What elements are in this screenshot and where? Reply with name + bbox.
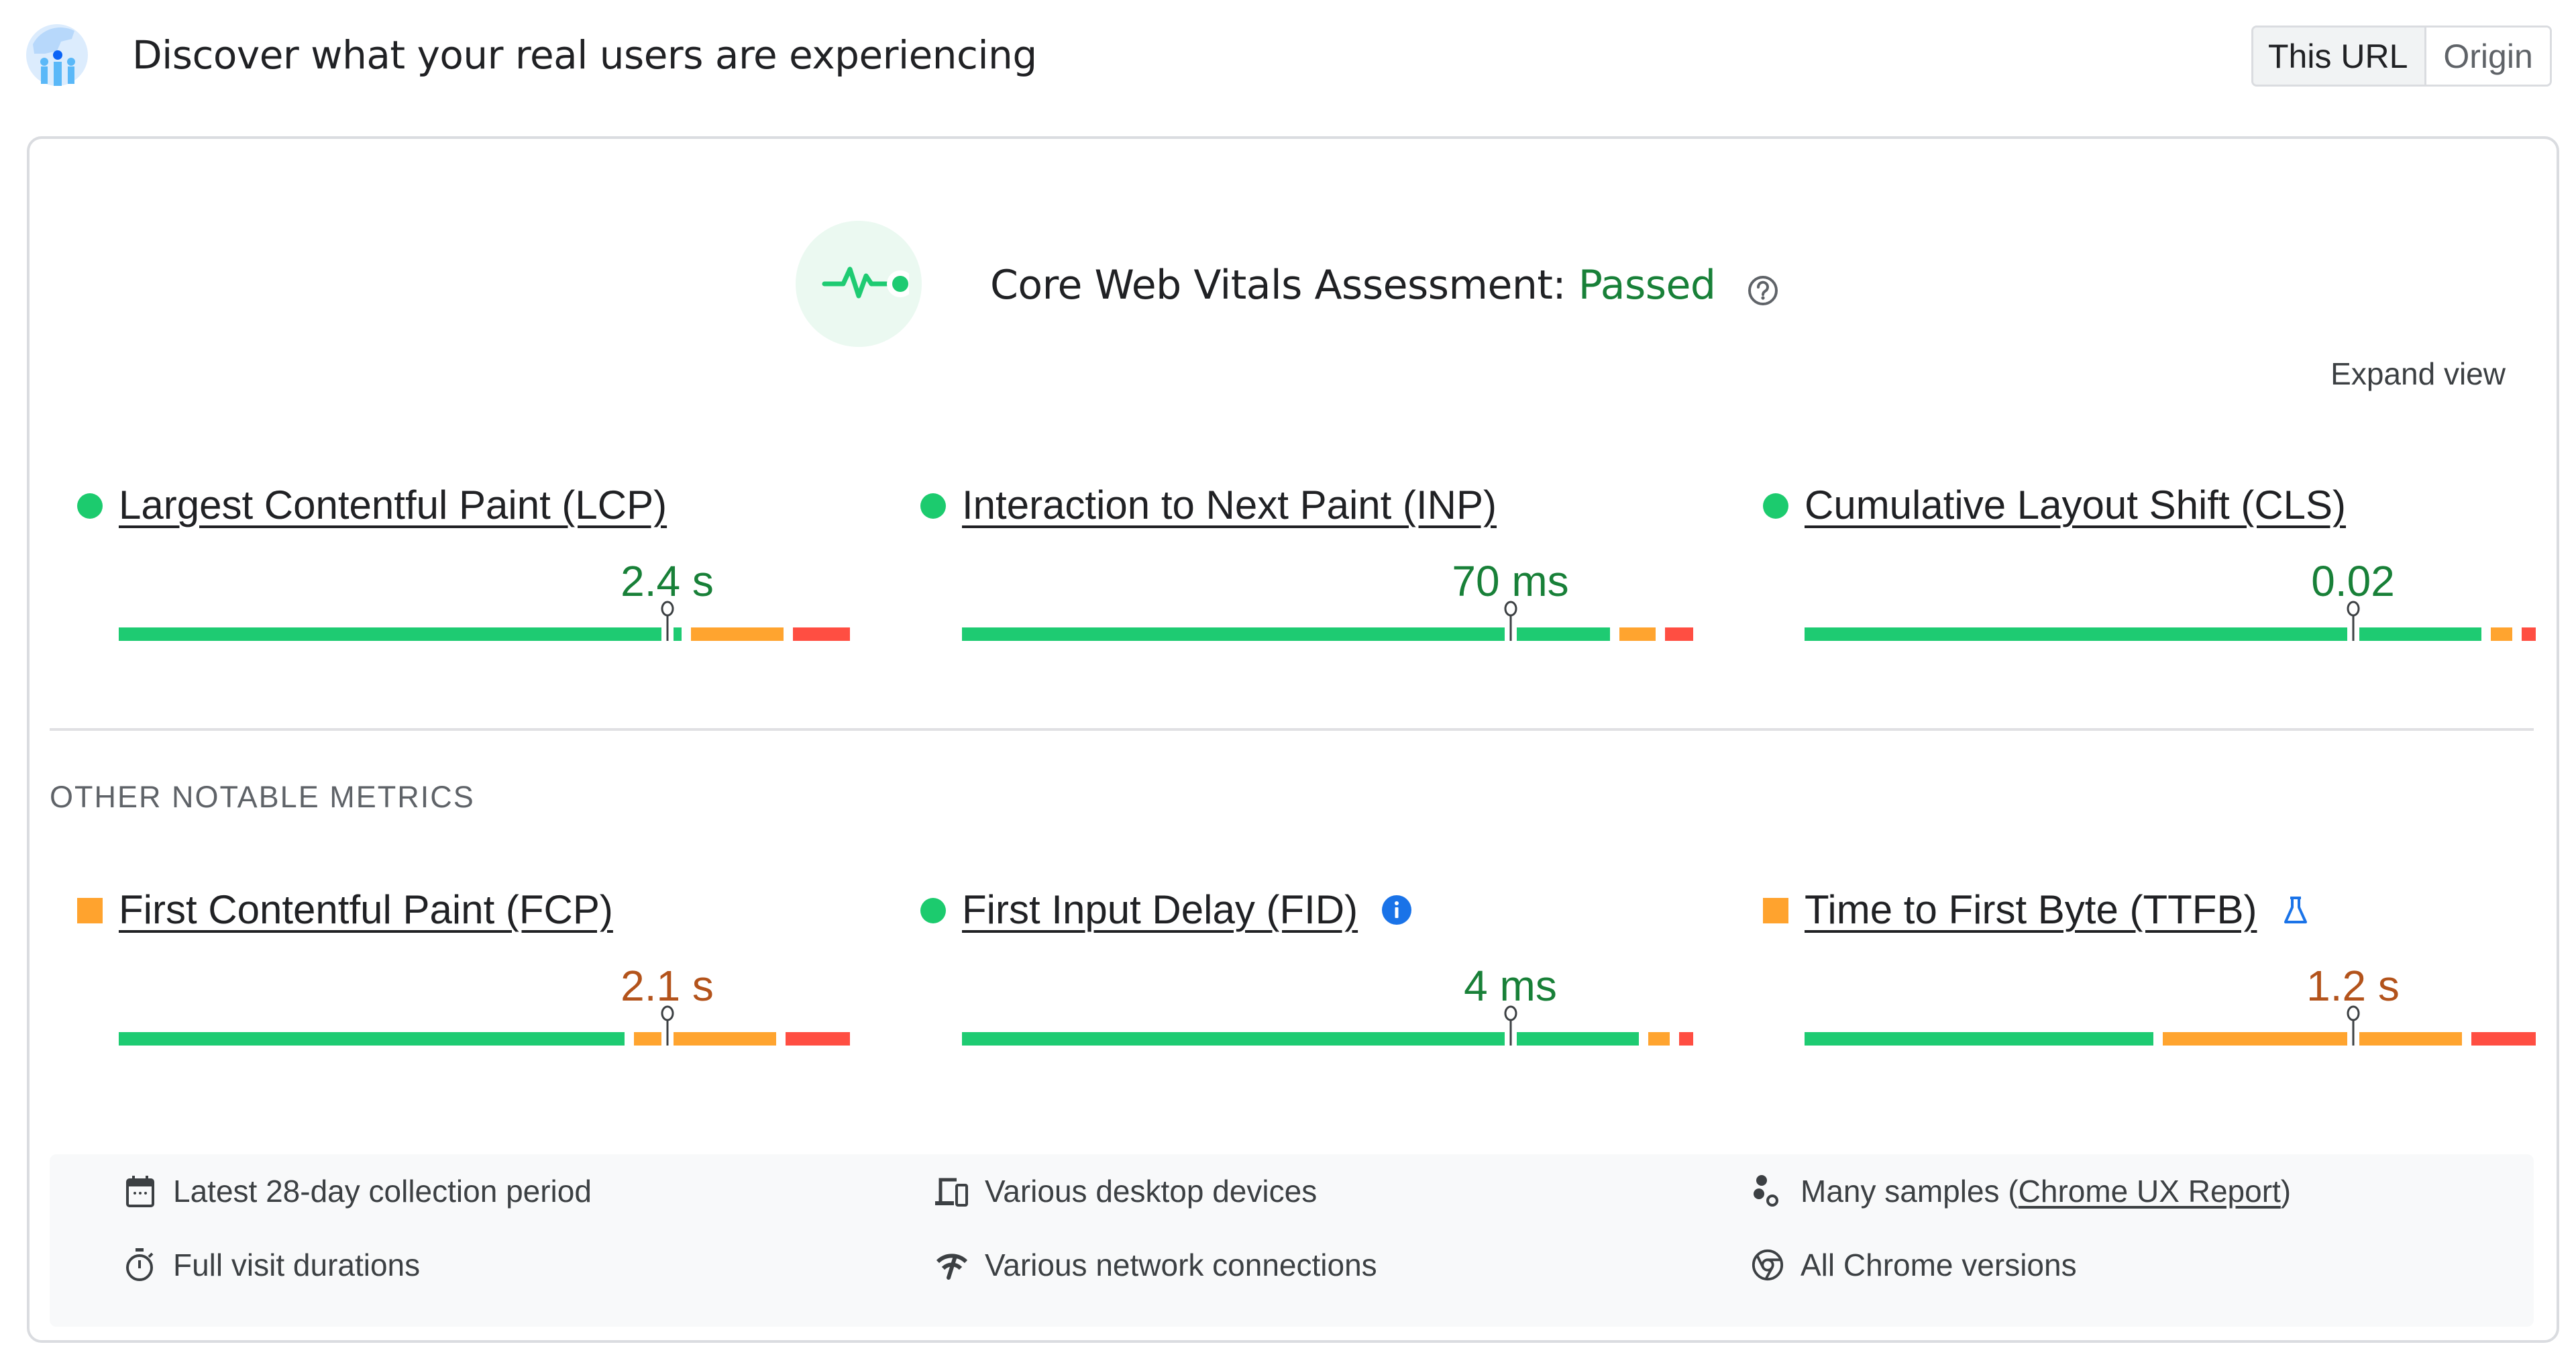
chrome-icon xyxy=(1751,1247,1784,1283)
info-text: Full visit durations xyxy=(173,1248,421,1282)
good-segment xyxy=(1805,1032,2154,1046)
needs-improvement-status-square xyxy=(1763,898,1788,923)
cls-value: 0.02 xyxy=(2311,557,2395,605)
info-devices: Various desktop devices xyxy=(935,1173,1317,1209)
fid-value: 4 ms xyxy=(1464,962,1557,1010)
info-text: Various desktop devices xyxy=(985,1174,1318,1209)
poor-segment xyxy=(2521,627,2536,641)
metric-header: First Input Delay (FID) xyxy=(962,883,1413,937)
poor-segment xyxy=(786,1032,850,1046)
cls-metric-link[interactable]: Cumulative Layout Shift (CLS) xyxy=(1805,478,2346,532)
crux-users-icon xyxy=(26,24,88,86)
p75-marker-icon xyxy=(1502,1005,1519,1047)
good-segment xyxy=(962,1032,1639,1046)
inp-metric-link[interactable]: Interaction to Next Paint (INP) xyxy=(962,478,1497,532)
ttfb-metric-link[interactable]: Time to First Byte (TTFB) xyxy=(1805,883,2257,937)
metric-header: Cumulative Layout Shift (CLS) xyxy=(1805,478,2346,532)
other-metrics-heading: OTHER NOTABLE METRICS xyxy=(50,780,475,814)
collection-info-panel: Latest 28-day collection period Full vis… xyxy=(50,1154,2534,1327)
metric-header: First Contentful Paint (FCP) xyxy=(119,883,613,937)
good-status-dot xyxy=(920,898,946,923)
poor-segment xyxy=(2471,1032,2536,1046)
info-text: ) xyxy=(2280,1174,2292,1209)
p75-marker-icon xyxy=(659,1005,676,1047)
info-text: Latest 28-day collection period xyxy=(173,1174,592,1209)
calendar-icon xyxy=(123,1173,157,1209)
assessment-status: Passed xyxy=(1578,262,1716,309)
info-samples: Many samples (Chrome UX Report) xyxy=(1751,1173,2291,1209)
p75-marker-icon xyxy=(659,601,676,642)
assessment-title: Core Web Vitals Assessment: Passed xyxy=(990,260,1779,311)
ttfb-distribution-bar xyxy=(1805,1005,2536,1046)
samples-icon xyxy=(1751,1173,1784,1209)
fid-distribution-bar xyxy=(962,1005,1693,1046)
p75-marker-icon xyxy=(2345,1005,2362,1047)
assessment-badge xyxy=(796,221,922,347)
info-icon[interactable] xyxy=(1381,894,1413,926)
info-visit-durations: Full visit durations xyxy=(123,1247,420,1283)
devices-icon xyxy=(935,1173,969,1209)
cls-distribution-bar xyxy=(1805,601,2536,641)
needs-improvement-segment xyxy=(690,627,784,641)
fcp-distribution-bar xyxy=(119,1005,850,1046)
lcp-value: 2.4 s xyxy=(621,557,714,605)
good-segment xyxy=(119,1032,625,1046)
needs-improvement-status-square xyxy=(77,898,103,923)
p75-marker-icon xyxy=(1502,601,1519,642)
info-network: Various network connections xyxy=(935,1247,1377,1283)
lcp-distribution-bar xyxy=(119,601,850,641)
section-divider xyxy=(50,728,2534,731)
lcp-metric-link[interactable]: Largest Contentful Paint (LCP) xyxy=(119,478,667,532)
inp-value: 70 ms xyxy=(1452,557,1569,605)
needs-improvement-segment xyxy=(1648,1032,1670,1046)
fcp-metric-link[interactable]: First Contentful Paint (FCP) xyxy=(119,883,613,937)
expand-view-link[interactable]: Expand view xyxy=(2330,356,2506,392)
info-chrome-versions: All Chrome versions xyxy=(1751,1247,2077,1283)
scope-origin-button[interactable]: Origin xyxy=(2426,28,2550,85)
needs-improvement-segment xyxy=(1619,627,1656,641)
good-status-dot xyxy=(77,493,103,519)
inp-distribution-bar xyxy=(962,601,1693,641)
poor-segment xyxy=(1664,627,1693,641)
metric-header: Largest Contentful Paint (LCP) xyxy=(119,478,667,532)
needs-improvement-segment xyxy=(634,1032,777,1046)
chrome-ux-report-link[interactable]: Chrome UX Report xyxy=(2019,1173,2281,1209)
good-segment xyxy=(119,627,682,641)
experimental-flask-icon[interactable] xyxy=(2279,894,2312,926)
network-icon xyxy=(935,1247,969,1283)
good-segment xyxy=(1805,627,2481,641)
page-title: Discover what your real users are experi… xyxy=(132,32,1037,78)
pulse-icon xyxy=(822,266,909,299)
poor-segment xyxy=(793,627,850,641)
info-text: Various network connections xyxy=(985,1248,1377,1282)
assessment-label: Core Web Vitals Assessment: xyxy=(990,262,1566,309)
needs-improvement-segment xyxy=(2163,1032,2463,1046)
p75-marker-icon xyxy=(2345,601,2362,642)
timer-icon xyxy=(123,1247,157,1283)
scope-this-url-button[interactable]: This URL xyxy=(2253,28,2427,85)
needs-improvement-segment xyxy=(2490,627,2512,641)
metric-header: Time to First Byte (TTFB) xyxy=(1805,883,2312,937)
info-collection-period: Latest 28-day collection period xyxy=(123,1173,592,1209)
info-text: All Chrome versions xyxy=(1801,1248,2077,1282)
good-status-dot xyxy=(1763,493,1788,519)
fcp-value: 2.1 s xyxy=(621,962,714,1010)
help-circle-icon[interactable] xyxy=(1747,268,1779,306)
ttfb-value: 1.2 s xyxy=(2306,962,2400,1010)
metric-header: Interaction to Next Paint (INP) xyxy=(962,478,1497,532)
info-text: Many samples ( xyxy=(1801,1174,2019,1209)
good-status-dot xyxy=(920,493,946,519)
fid-metric-link[interactable]: First Input Delay (FID) xyxy=(962,883,1358,937)
scope-toggle: This URL Origin xyxy=(2251,26,2552,87)
poor-segment xyxy=(1678,1032,1693,1046)
